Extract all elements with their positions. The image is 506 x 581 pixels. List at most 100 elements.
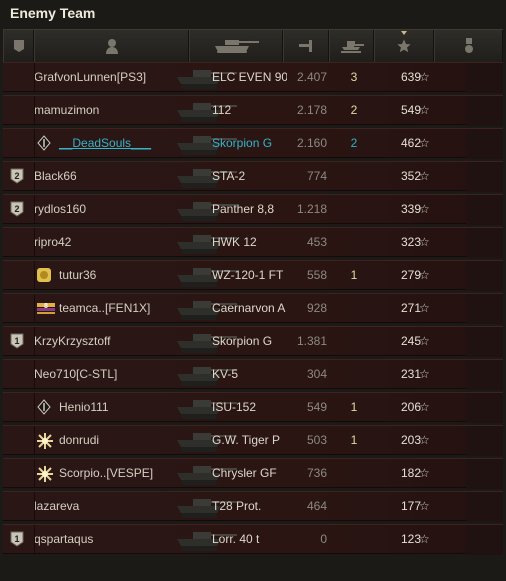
- xp-value: 279: [400, 268, 421, 282]
- player-row[interactable]: 2 rydlos160 Panther 8,8 1.218 339 ☆: [3, 194, 503, 225]
- player-name[interactable]: mamuzimon: [34, 103, 99, 117]
- xp-value: 549: [400, 103, 421, 117]
- kills-count: 1: [350, 433, 358, 447]
- player-row[interactable]: Neo710[C-STL] KV-5 304 231 ☆: [3, 359, 503, 390]
- player-rating: 928: [306, 301, 327, 315]
- medal-cell: [466, 525, 503, 555]
- rating-column-header[interactable]: [283, 30, 329, 62]
- xp-value: 639: [400, 70, 421, 84]
- xp-column-header[interactable]: [374, 30, 434, 62]
- column-divider: [34, 459, 35, 487]
- team-title: Enemy Team: [10, 5, 96, 21]
- xp-value: 323: [400, 235, 421, 249]
- xp-star-icon: ☆: [419, 334, 430, 348]
- medal-cell: [466, 129, 503, 159]
- vehicle-name: KV-5: [212, 367, 239, 381]
- kills-count: 2: [350, 136, 358, 150]
- player-row[interactable]: mamuzimon 112 2.178 2 549 ☆: [3, 95, 503, 126]
- column-divider: [34, 294, 35, 322]
- vehicle-name: G.W. Tiger P: [212, 433, 281, 447]
- vehicle-name: Skorpion G: [212, 334, 273, 348]
- xp-value: 206: [400, 400, 421, 414]
- vehicle-name: ELC EVEN 90: [212, 70, 287, 84]
- player-row[interactable]: 1 qspartaqus Lorr. 40 t 0 123 ☆: [3, 524, 503, 555]
- player-rating: 736: [306, 466, 327, 480]
- player-icon: [105, 39, 118, 54]
- rank-diamond-icon: [37, 399, 51, 415]
- clan-emblem-icon: [36, 267, 51, 283]
- player-name[interactable]: lazareva: [34, 499, 79, 513]
- medal-cell: [466, 96, 503, 126]
- medal-cell: [466, 195, 503, 225]
- platoon-number: 2: [14, 204, 19, 214]
- xp-value: 203: [400, 433, 421, 447]
- kills-count: 1: [350, 268, 358, 282]
- player-rating: 2.178: [296, 103, 327, 117]
- player-name[interactable]: __DeadSouls___: [59, 136, 151, 150]
- player-row[interactable]: lazareva T28 Prot. 464 177 ☆: [3, 491, 503, 522]
- xp-star-icon: [397, 39, 411, 53]
- player-name[interactable]: rydlos160: [34, 202, 86, 216]
- rank-stripe-icon: 8: [36, 300, 55, 316]
- player-column-header[interactable]: [34, 30, 189, 62]
- medal-cell: [466, 228, 503, 258]
- player-name[interactable]: donrudi: [59, 433, 99, 447]
- xp-star-icon: ☆: [419, 136, 430, 150]
- player-row[interactable]: __DeadSouls___ Skorpion G 2.160 2 462 ☆: [3, 128, 503, 159]
- player-name[interactable]: Neo710[C-STL]: [34, 367, 117, 381]
- player-rating: 503: [306, 433, 327, 447]
- player-row[interactable]: Henio111 ISU-152 549 1 206 ☆: [3, 392, 503, 423]
- player-rating: 2.407: [296, 70, 327, 84]
- player-name[interactable]: Henio111: [59, 400, 109, 414]
- xp-star-icon: ☆: [419, 466, 430, 480]
- kills-column-header[interactable]: [329, 30, 374, 62]
- player-rating: 464: [306, 499, 327, 513]
- xp-star-icon: ☆: [419, 268, 430, 282]
- player-row[interactable]: 1 KrzyKrzysztoff Skorpion G 1.381 245 ☆: [3, 326, 503, 357]
- xp-star-icon: ☆: [419, 367, 430, 381]
- player-row[interactable]: 2 Black66 STA-2 774 352 ☆: [3, 161, 503, 192]
- platoon-number: 1: [14, 534, 19, 544]
- column-divider: [34, 360, 35, 388]
- platoon-column-header[interactable]: [3, 30, 34, 62]
- medal-cell: [466, 492, 503, 522]
- vehicle-column-header[interactable]: [189, 30, 283, 62]
- platoon-badge-icon: 2: [10, 168, 24, 184]
- player-name[interactable]: teamca..[FEN1X]: [59, 301, 150, 315]
- player-name[interactable]: tutur36: [59, 268, 96, 282]
- column-divider: [34, 228, 35, 256]
- xp-star-icon: ☆: [419, 400, 430, 414]
- player-row[interactable]: ripro42 HWK 12 453 323 ☆: [3, 227, 503, 258]
- vehicle-name: WZ-120-1 FT: [212, 268, 284, 282]
- player-row[interactable]: GrafvonLunnen[PS3] ELC EVEN 90 2.407 3 639 ☆: [3, 62, 503, 93]
- player-name[interactable]: ripro42: [34, 235, 71, 249]
- platoon-badge-icon: 2: [10, 201, 24, 217]
- player-name[interactable]: Scorpio..[VESPE]: [59, 466, 153, 480]
- medal-cell: [466, 327, 503, 357]
- rating-icon: [299, 40, 312, 52]
- player-row[interactable]: 8 teamca..[FEN1X] Caernarvon A 928 271 ☆: [3, 293, 503, 324]
- player-row[interactable]: tutur36 WZ-120-1 FT 558 1 279 ☆: [3, 260, 503, 291]
- platoon-number: 1: [14, 336, 19, 346]
- vehicle-name: Chrysler GF: [212, 466, 277, 480]
- xp-value: 231: [400, 367, 421, 381]
- xp-value: 352: [400, 169, 421, 183]
- player-row[interactable]: donrudi G.W. Tiger P 503 1 203 ☆: [3, 425, 503, 456]
- player-name[interactable]: KrzyKrzysztoff: [34, 334, 110, 348]
- medal-column-header[interactable]: [434, 30, 503, 62]
- vehicle-name: Panther 8,8: [212, 202, 275, 216]
- column-divider: [34, 129, 35, 157]
- xp-value: 177: [400, 499, 421, 513]
- player-name[interactable]: Black66: [34, 169, 77, 183]
- platoon-icon: [13, 40, 24, 52]
- medal-cell: [466, 426, 503, 456]
- player-row[interactable]: Scorpio..[VESPE] Chrysler GF 736 182 ☆: [3, 458, 503, 489]
- column-divider: [34, 327, 35, 355]
- platoon-badge-icon: 1: [10, 333, 24, 349]
- player-name[interactable]: qspartaqus: [34, 532, 93, 546]
- vehicle-name: ISU-152: [212, 400, 257, 414]
- medal-cell: [466, 393, 503, 423]
- xp-star-icon: ☆: [419, 70, 430, 84]
- xp-star-icon: ☆: [419, 103, 430, 117]
- player-name[interactable]: GrafvonLunnen[PS3]: [34, 70, 146, 84]
